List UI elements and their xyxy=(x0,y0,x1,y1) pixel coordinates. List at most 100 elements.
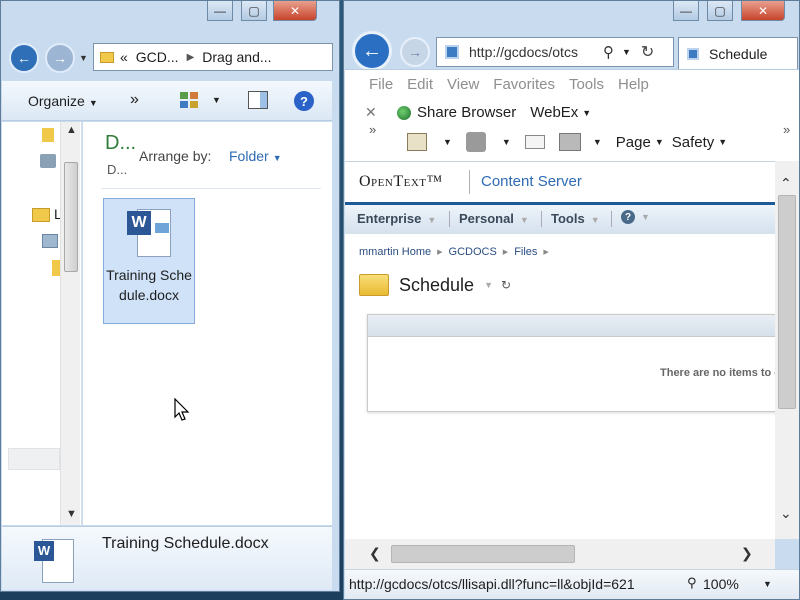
menu-bar: File Edit View Favorites Tools Help xyxy=(369,76,663,93)
folder-icon[interactable] xyxy=(32,208,50,222)
scroll-left-icon[interactable]: ❮ xyxy=(369,545,381,562)
url-dropdown-icon[interactable]: ▼ xyxy=(622,47,631,57)
menu-favorites[interactable]: Favorites xyxy=(493,76,555,93)
header-divider xyxy=(469,170,470,194)
explorer-minimize-button[interactable]: — xyxy=(207,1,233,21)
menu-help[interactable]: Help xyxy=(618,76,649,93)
zoom-dropdown-icon[interactable]: ▼ xyxy=(763,579,772,589)
url-bar[interactable]: http://gcdocs/otcs ⚲ ▼ ↻ xyxy=(436,37,674,67)
refresh-icon[interactable]: ↻ xyxy=(641,42,654,62)
status-bar: http://gcdocs/otcs/llisapi.dll?func=ll&o… xyxy=(345,569,799,599)
scroll-right-icon[interactable]: ❯ xyxy=(741,545,753,562)
ie-close-button[interactable]: ✕ xyxy=(741,1,785,21)
webex-menu[interactable]: WebEx ▼ xyxy=(530,104,591,121)
breadcrumb-gcdocs[interactable]: GCDOCS xyxy=(449,246,497,258)
zoom-icon[interactable]: ⚲ xyxy=(687,575,697,591)
menu-file[interactable]: File xyxy=(369,76,393,93)
folder-title[interactable]: Schedule xyxy=(399,275,474,296)
zoom-level[interactable]: 100% xyxy=(703,576,739,592)
dropdown-arrow-icon: ▼ xyxy=(590,215,600,225)
word-document-icon: W xyxy=(125,207,173,259)
site-icon xyxy=(445,45,459,59)
scroll-up-icon[interactable]: ▲ xyxy=(66,124,77,136)
chevron-more-icon[interactable]: » xyxy=(783,122,790,137)
nav-help[interactable]: ? ▼ xyxy=(621,210,650,224)
address-segment-2[interactable]: Drag and... xyxy=(202,49,271,65)
search-icon[interactable]: ⚲ xyxy=(603,43,614,61)
view-dropdown-icon[interactable]: ▼ xyxy=(212,95,221,105)
items-table: There are no items to display. xyxy=(367,314,775,412)
tab-schedule[interactable]: Schedule xyxy=(678,37,798,69)
address-overflow[interactable]: « xyxy=(120,49,128,65)
mail-icon[interactable] xyxy=(524,135,545,149)
nav-enterprise-label: Enterprise xyxy=(357,211,422,226)
menu-tools[interactable]: Tools xyxy=(569,76,604,93)
safety-menu[interactable]: Safety ▼ xyxy=(672,134,727,151)
menu-edit[interactable]: Edit xyxy=(407,76,433,93)
refresh-icon[interactable]: ↻ xyxy=(501,278,511,292)
back-button[interactable]: ← xyxy=(352,31,392,71)
breadcrumb-home[interactable]: mmartin Home xyxy=(359,246,431,258)
address-segment-1[interactable]: GCD... xyxy=(136,49,179,65)
computer-icon[interactable] xyxy=(42,234,58,248)
forward-button[interactable]: → xyxy=(45,43,75,73)
ie-toolbar-area: File Edit View Favorites Tools Help ✕ Share B… xyxy=(345,69,799,161)
ie-maximize-button[interactable]: ▢ xyxy=(707,1,733,21)
nav-tools[interactable]: Tools ▼ xyxy=(551,211,600,226)
address-bar[interactable]: « GCD... ▶ Drag and... xyxy=(93,43,333,71)
links-bar: Share Browser WebEx ▼ xyxy=(397,104,599,121)
page-label: Page xyxy=(615,133,651,151)
menu-view[interactable]: View xyxy=(447,76,479,93)
scroll-down-icon[interactable]: ▼ xyxy=(66,508,77,520)
recent-pages-dropdown-icon[interactable]: ▼ xyxy=(79,53,88,63)
rss-feed-icon[interactable] xyxy=(465,132,486,152)
explorer-close-button[interactable]: ✕ xyxy=(273,1,317,21)
page-vertical-scrollbar[interactable]: ⌃ ⌄ xyxy=(775,161,799,539)
file-item[interactable]: W Training Schedule.docx xyxy=(103,198,195,324)
chevron-right-icon: ▶ xyxy=(437,249,443,256)
folder-icon[interactable] xyxy=(42,128,54,142)
chevron-right-icon: ▶ xyxy=(543,249,549,256)
nav-divider xyxy=(449,211,450,227)
help-icon[interactable]: ? xyxy=(294,91,314,111)
dropdown-arrow-icon[interactable]: ▼ xyxy=(443,137,452,147)
share-browser-link[interactable]: Share Browser xyxy=(417,104,516,121)
network-icon[interactable] xyxy=(40,154,56,168)
organize-button[interactable]: Organize ▼ xyxy=(28,93,98,109)
nav-pane-scrollbar[interactable]: ▲ ▼ xyxy=(60,122,80,525)
arrange-by-dropdown[interactable]: Folder ▼ xyxy=(229,148,282,164)
chevron-right-icon[interactable]: ▶ xyxy=(187,52,195,63)
nav-personal[interactable]: Personal ▼ xyxy=(459,211,529,226)
navigation-pane: L ▲ ▼ xyxy=(2,122,82,525)
print-icon[interactable] xyxy=(558,133,581,151)
dropdown-arrow-icon[interactable]: ▼ xyxy=(502,137,511,147)
dropdown-arrow-icon: ▼ xyxy=(519,215,529,225)
status-url: http://gcdocs/otcs/llisapi.dll?func=ll&o… xyxy=(349,576,635,592)
folder-menu-icon[interactable]: ▼ xyxy=(484,280,493,290)
explorer-maximize-button[interactable]: ▢ xyxy=(241,1,267,21)
dropdown-arrow-icon[interactable]: ▼ xyxy=(593,137,602,147)
page-horizontal-scrollbar[interactable]: ❮ ❯ xyxy=(345,539,775,569)
page-menu[interactable]: Page ▼ xyxy=(616,134,664,151)
preview-pane-icon[interactable] xyxy=(248,91,268,109)
breadcrumb: mmartin Home ▶ GCDOCS ▶ Files ▶ xyxy=(359,246,555,258)
dropdown-arrow-icon: ▼ xyxy=(272,153,282,163)
close-toolbar-icon[interactable]: ✕ xyxy=(365,104,377,121)
home-icon[interactable] xyxy=(407,133,427,151)
toolbar-more-button[interactable]: » xyxy=(130,91,139,109)
command-bar: ▼ ▼ ▼ Page ▼ Safety ▼ xyxy=(407,132,735,152)
url-text[interactable]: http://gcdocs/otcs xyxy=(469,44,597,60)
back-button[interactable]: ← xyxy=(9,43,39,73)
scroll-up-icon[interactable]: ⌃ xyxy=(780,175,792,192)
chevron-more-icon[interactable]: » xyxy=(369,122,376,137)
ie-minimize-button[interactable]: — xyxy=(673,1,699,21)
scroll-down-icon[interactable]: ⌄ xyxy=(780,505,792,522)
breadcrumb-files[interactable]: Files xyxy=(514,246,537,258)
scroll-thumb[interactable] xyxy=(64,162,78,272)
change-view-icon[interactable] xyxy=(180,92,198,108)
forward-button[interactable]: → xyxy=(400,37,430,67)
nav-divider xyxy=(541,211,542,227)
nav-enterprise[interactable]: Enterprise ▼ xyxy=(357,211,436,226)
scroll-thumb[interactable] xyxy=(391,545,575,563)
scroll-thumb[interactable] xyxy=(778,195,796,409)
